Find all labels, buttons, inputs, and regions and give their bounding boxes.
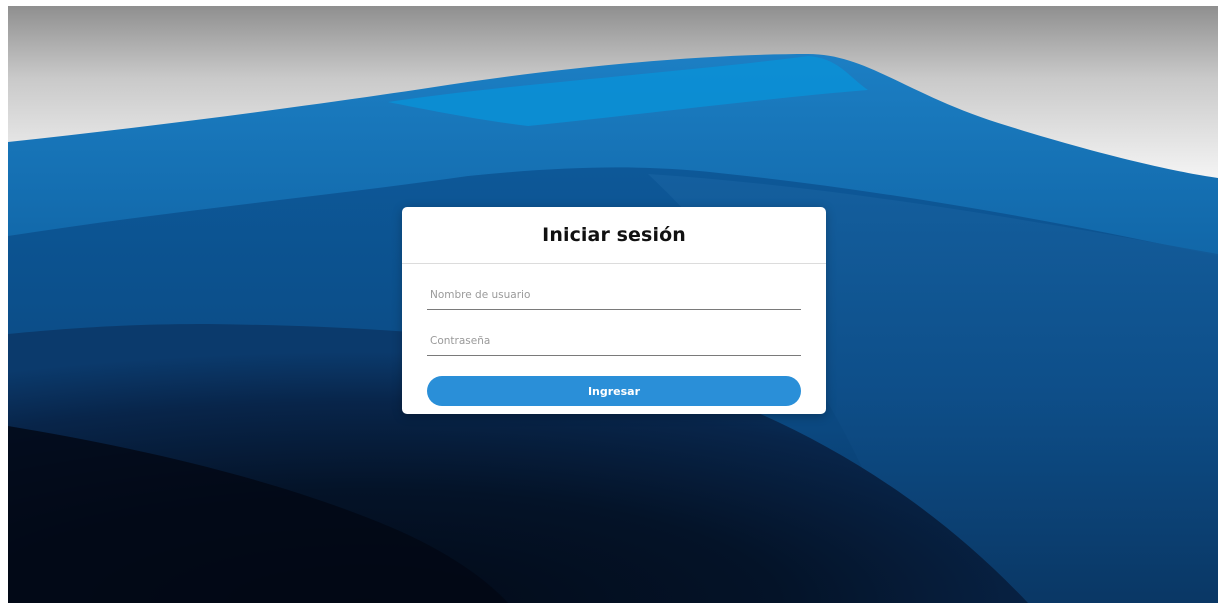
username-input[interactable] [427,280,801,310]
login-form: Ingresar [402,264,826,406]
login-submit-button[interactable]: Ingresar [427,376,801,406]
login-card: Iniciar sesión Ingresar [402,207,826,414]
login-title: Iniciar sesión [542,224,686,246]
login-screen: Iniciar sesión Ingresar [0,0,1226,603]
password-input[interactable] [427,326,801,356]
username-field-wrapper [427,264,801,310]
login-card-header: Iniciar sesión [402,207,826,264]
password-field-wrapper [427,310,801,356]
